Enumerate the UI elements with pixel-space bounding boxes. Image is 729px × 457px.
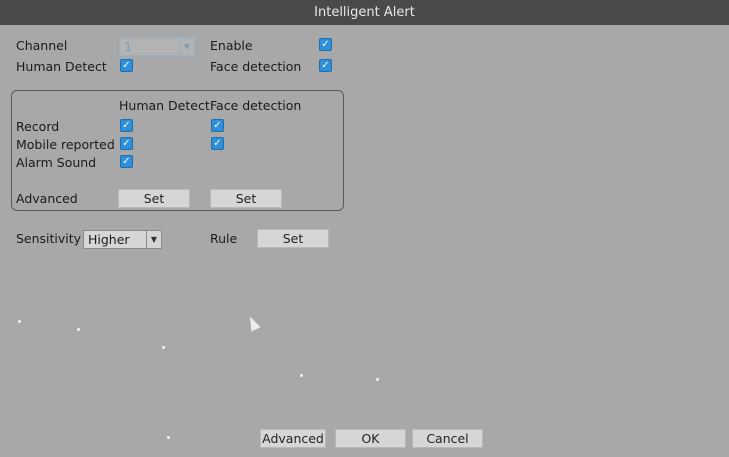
set-face-advanced-button[interactable]: Set <box>210 189 282 208</box>
record-face-checkbox[interactable] <box>211 119 224 132</box>
mobile-face-checkbox[interactable] <box>211 137 224 150</box>
screen-speck <box>18 320 21 323</box>
advanced-button[interactable]: Advanced <box>260 429 326 448</box>
channel-value: 1 <box>124 39 132 54</box>
record-label: Record <box>16 119 60 134</box>
ok-button[interactable]: OK <box>335 429 406 448</box>
face-detection-label: Face detection <box>210 59 302 74</box>
screen-speck <box>376 378 379 381</box>
sensitivity-label: Sensitivity <box>16 231 82 246</box>
mobile-reported-label: Mobile reported <box>16 137 115 152</box>
advanced-label: Advanced <box>16 191 78 206</box>
screen-speck <box>77 328 80 331</box>
alarm-sound-label: Alarm Sound <box>16 155 97 170</box>
cancel-button[interactable]: Cancel <box>412 429 483 448</box>
screen-speck <box>300 374 303 377</box>
enable-label: Enable <box>210 38 253 53</box>
alarm-human-checkbox[interactable] <box>120 155 133 168</box>
record-human-checkbox[interactable] <box>120 119 133 132</box>
column-human-detect: Human Detect <box>119 98 210 113</box>
human-detect-label: Human Detect <box>16 59 107 74</box>
screen-speck <box>162 346 165 349</box>
chevron-down-icon: ▼ <box>146 231 161 248</box>
chevron-down-icon: ▼ <box>179 38 194 55</box>
screen-speck <box>167 436 170 439</box>
rule-label: Rule <box>210 231 238 246</box>
channel-label: Channel <box>16 38 68 53</box>
human-detect-checkbox[interactable] <box>120 59 133 72</box>
sensitivity-value: Higher <box>88 232 130 247</box>
set-human-advanced-button[interactable]: Set <box>118 189 190 208</box>
column-face-detection: Face detection <box>210 98 302 113</box>
mobile-human-checkbox[interactable] <box>120 137 133 150</box>
face-detection-checkbox[interactable] <box>319 59 332 72</box>
window-title: Intelligent Alert <box>0 0 729 26</box>
rule-set-button[interactable]: Set <box>257 229 329 248</box>
channel-select[interactable]: 1 ▼ <box>119 37 195 56</box>
enable-checkbox[interactable] <box>319 38 332 51</box>
sensitivity-select[interactable]: Higher ▼ <box>83 230 162 249</box>
